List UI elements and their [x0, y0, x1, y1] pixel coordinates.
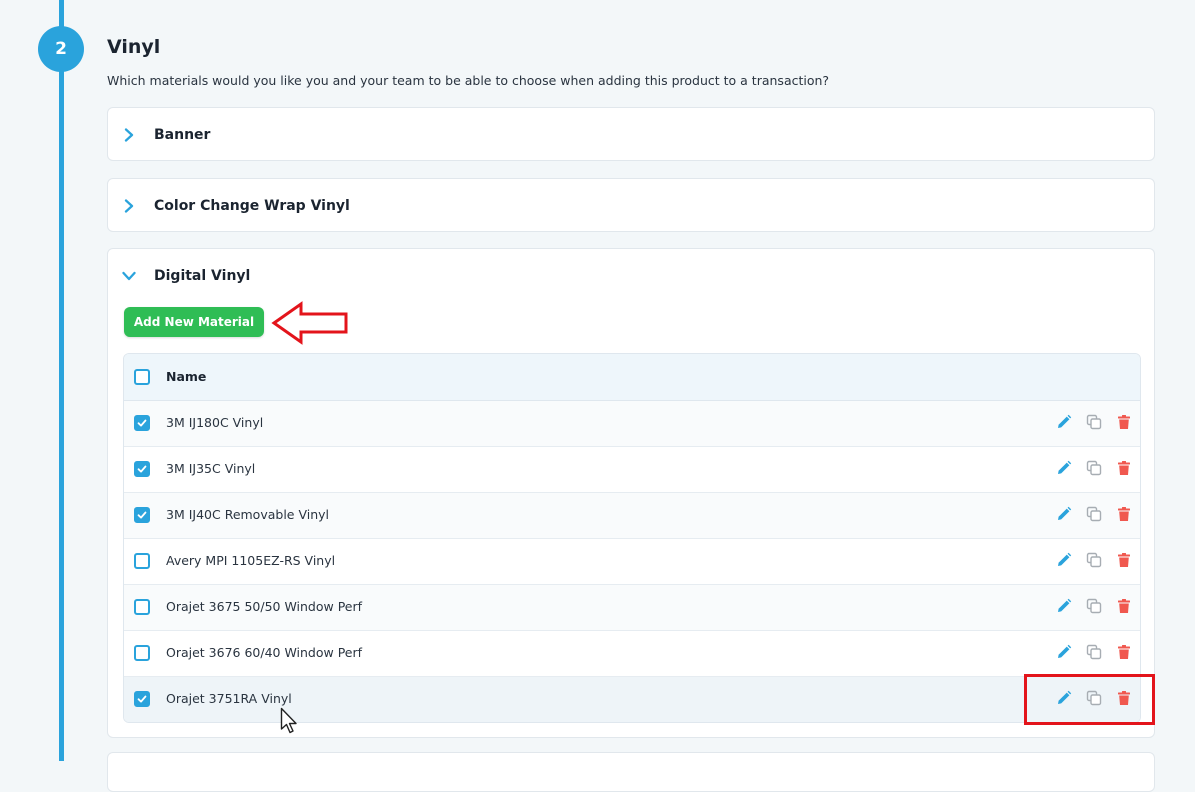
row-checkbox[interactable] — [134, 461, 150, 477]
category-card-next — [107, 752, 1155, 792]
copy-icon — [1086, 552, 1102, 568]
material-name: Avery MPI 1105EZ-RS Vinyl — [166, 553, 336, 568]
category-card-color-change-wrap-vinyl: Color Change Wrap Vinyl — [107, 178, 1155, 232]
row-actions — [1055, 459, 1133, 477]
copy-button[interactable] — [1085, 597, 1103, 615]
row-actions — [1055, 413, 1133, 431]
row-actions — [1055, 597, 1133, 615]
section-subtitle: Which materials would you like you and y… — [107, 73, 830, 88]
pencil-icon — [1058, 506, 1072, 520]
trash-icon — [1118, 599, 1130, 613]
copy-icon — [1086, 414, 1102, 430]
category-title: Banner — [154, 127, 211, 143]
trash-icon — [1118, 461, 1130, 475]
edit-button[interactable] — [1055, 459, 1073, 477]
table-row[interactable]: 3M IJ35C Vinyl — [124, 447, 1140, 493]
row-checkbox[interactable] — [134, 599, 150, 615]
copy-button[interactable] — [1085, 551, 1103, 569]
table-row[interactable]: 3M IJ40C Removable Vinyl — [124, 493, 1140, 539]
select-all-checkbox[interactable] — [134, 369, 150, 385]
edit-button[interactable] — [1055, 505, 1073, 523]
trash-icon — [1118, 507, 1130, 521]
edit-button[interactable] — [1055, 643, 1073, 661]
chevron-down-icon — [122, 271, 136, 281]
row-actions — [1055, 551, 1133, 569]
row-checkbox[interactable] — [134, 507, 150, 523]
category-title: Color Change Wrap Vinyl — [154, 198, 350, 214]
edit-button[interactable] — [1055, 597, 1073, 615]
annotation-arrow-icon — [271, 301, 348, 345]
table-header: Name — [124, 354, 1140, 401]
material-name: Orajet 3675 50/50 Window Perf — [166, 599, 363, 614]
category-header-color-change-wrap-vinyl[interactable]: Color Change Wrap Vinyl — [108, 179, 1154, 233]
delete-button[interactable] — [1115, 643, 1133, 661]
table-body: 3M IJ180C Vinyl 3M IJ35C Vinyl 3M IJ40C Re… — [124, 401, 1140, 722]
edit-button[interactable] — [1055, 551, 1073, 569]
row-actions — [1055, 643, 1133, 661]
chevron-right-icon — [124, 128, 134, 142]
material-name: 3M IJ40C Removable Vinyl — [166, 507, 330, 522]
column-header-name: Name — [166, 369, 207, 384]
pencil-icon — [1058, 644, 1072, 658]
category-card-digital-vinyl: Digital Vinyl Add New Material Name 3M I… — [107, 248, 1155, 738]
material-name: Orajet 3751RA Vinyl — [166, 691, 292, 706]
material-name: 3M IJ35C Vinyl — [166, 461, 256, 476]
edit-button[interactable] — [1055, 413, 1073, 431]
row-checkbox[interactable] — [134, 645, 150, 661]
delete-button[interactable] — [1115, 413, 1133, 431]
table-row[interactable]: Orajet 3751RA Vinyl — [124, 677, 1140, 722]
pencil-icon — [1058, 414, 1072, 428]
copy-button[interactable] — [1085, 459, 1103, 477]
table-row[interactable]: Avery MPI 1105EZ-RS Vinyl — [124, 539, 1140, 585]
check-icon — [137, 695, 147, 703]
pencil-icon — [1058, 552, 1072, 566]
trash-icon — [1118, 553, 1130, 567]
check-icon — [137, 419, 147, 427]
step-number-badge: 2 — [38, 26, 84, 72]
section-title: Vinyl — [107, 36, 161, 58]
delete-button[interactable] — [1115, 459, 1133, 477]
chevron-right-icon — [124, 199, 134, 213]
row-checkbox[interactable] — [134, 691, 150, 707]
step-number: 2 — [55, 39, 67, 59]
table-row[interactable]: Orajet 3676 60/40 Window Perf — [124, 631, 1140, 677]
row-actions — [1055, 505, 1133, 523]
table-row[interactable]: 3M IJ180C Vinyl — [124, 401, 1140, 447]
copy-button[interactable] — [1085, 505, 1103, 523]
copy-button[interactable] — [1085, 643, 1103, 661]
annotation-highlight-box — [1024, 674, 1155, 725]
delete-button[interactable] — [1115, 505, 1133, 523]
copy-icon — [1086, 460, 1102, 476]
delete-button[interactable] — [1115, 597, 1133, 615]
check-icon — [137, 465, 147, 473]
add-new-material-button[interactable]: Add New Material — [124, 307, 264, 337]
pencil-icon — [1058, 598, 1072, 612]
category-card-banner: Banner — [107, 107, 1155, 161]
material-name: Orajet 3676 60/40 Window Perf — [166, 645, 363, 660]
category-title: Digital Vinyl — [154, 268, 251, 284]
mouse-cursor-icon — [280, 707, 297, 734]
copy-icon — [1086, 506, 1102, 522]
row-checkbox[interactable] — [134, 553, 150, 569]
table-row[interactable]: Orajet 3675 50/50 Window Perf — [124, 585, 1140, 631]
copy-icon — [1086, 644, 1102, 660]
trash-icon — [1118, 645, 1130, 659]
delete-button[interactable] — [1115, 551, 1133, 569]
category-header-banner[interactable]: Banner — [108, 108, 1154, 162]
row-checkbox[interactable] — [134, 415, 150, 431]
materials-table: Name 3M IJ180C Vinyl 3M IJ35C Vinyl 3M IJ4… — [123, 353, 1141, 723]
category-header-digital-vinyl[interactable]: Digital Vinyl — [108, 249, 1154, 303]
pencil-icon — [1058, 460, 1072, 474]
check-icon — [137, 511, 147, 519]
material-name: 3M IJ180C Vinyl — [166, 415, 264, 430]
trash-icon — [1118, 415, 1130, 429]
copy-icon — [1086, 598, 1102, 614]
copy-button[interactable] — [1085, 413, 1103, 431]
step-timeline-line — [59, 0, 64, 761]
